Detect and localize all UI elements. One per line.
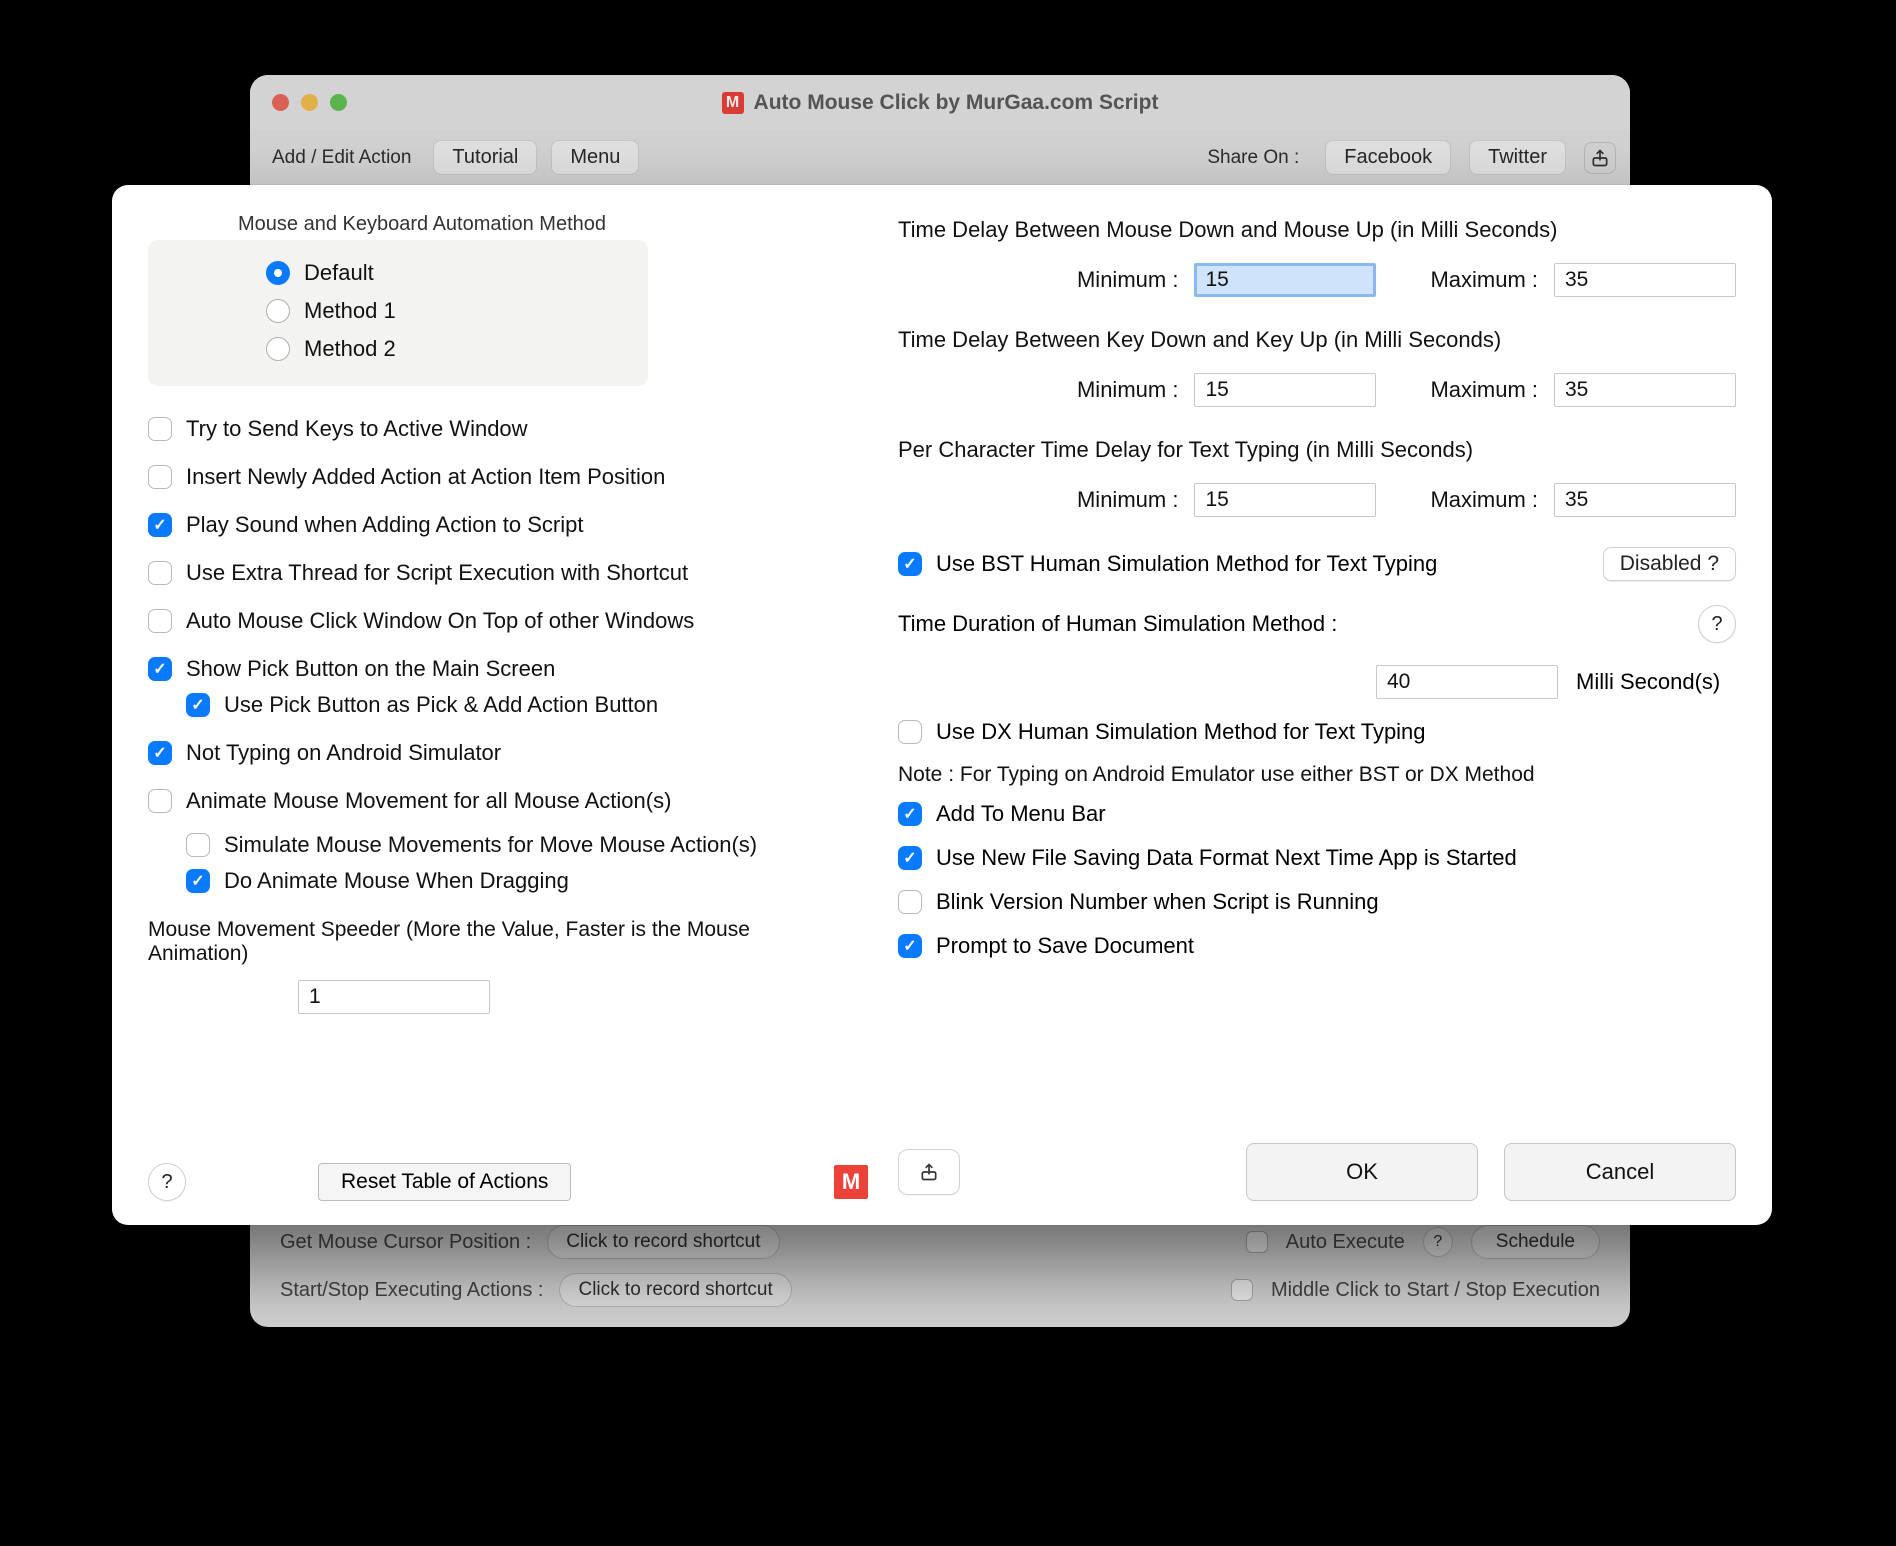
play-sound-label: Play Sound when Adding Action to Script [186,512,583,538]
mouse-max-label: Maximum : [1430,267,1538,293]
add-menubar-checkbox[interactable] [898,802,922,826]
pick-add-label: Use Pick Button as Pick & Add Action But… [224,692,658,718]
use-dx-label: Use DX Human Simulation Method for Text … [936,719,1426,745]
not-android-checkbox[interactable] [148,741,172,765]
pick-add-checkbox[interactable] [186,693,210,717]
ok-button[interactable]: OK [1246,1143,1478,1201]
hs-duration-label: Time Duration of Human Simulation Method… [898,611,1337,637]
app-badge-icon: M [834,1165,868,1199]
reset-table-button[interactable]: Reset Table of Actions [318,1163,571,1201]
settings-sheet: Mouse and Keyboard Automation Method Def… [112,185,1772,1225]
method-card: Default Method 1 Method 2 [148,240,648,386]
prompt-save-checkbox[interactable] [898,934,922,958]
mouse-min-label: Minimum : [1077,267,1178,293]
mouse-max-input[interactable] [1554,263,1736,297]
animate-all-checkbox[interactable] [148,789,172,813]
hs-duration-input[interactable] [1376,665,1558,699]
use-bst-checkbox[interactable] [898,552,922,576]
char-min-input[interactable] [1194,483,1376,517]
extra-thread-checkbox[interactable] [148,561,172,585]
new-file-format-label: Use New File Saving Data Format Next Tim… [936,845,1517,871]
disabled-button[interactable]: Disabled ? [1603,547,1736,581]
method-1-label: Method 1 [304,298,396,324]
method-2-radio[interactable] [266,337,290,361]
key-min-input[interactable] [1194,373,1376,407]
hs-help-button[interactable]: ? [1698,605,1736,643]
key-delay-title: Time Delay Between Key Down and Key Up (… [898,327,1736,353]
mouse-min-input[interactable] [1194,263,1376,297]
show-pick-label: Show Pick Button on the Main Screen [186,656,555,682]
insert-new-checkbox[interactable] [148,465,172,489]
add-menubar-label: Add To Menu Bar [936,801,1106,827]
method-2-label: Method 2 [304,336,396,362]
key-max-input[interactable] [1554,373,1736,407]
method-default-label: Default [304,260,374,286]
animate-drag-label: Do Animate Mouse When Dragging [224,868,569,894]
show-pick-checkbox[interactable] [148,657,172,681]
send-keys-checkbox[interactable] [148,417,172,441]
char-delay-title: Per Character Time Delay for Text Typing… [898,437,1736,463]
on-top-label: Auto Mouse Click Window On Top of other … [186,608,694,634]
animate-drag-checkbox[interactable] [186,869,210,893]
not-android-label: Not Typing on Android Simulator [186,740,501,766]
android-note: Note : For Typing on Android Emulator us… [898,763,1736,787]
char-min-label: Minimum : [1077,487,1178,513]
hs-unit-label: Milli Second(s) [1576,669,1736,695]
send-keys-label: Try to Send Keys to Active Window [186,416,528,442]
use-dx-checkbox[interactable] [898,720,922,744]
sim-move-label: Simulate Mouse Movements for Move Mouse … [224,832,757,858]
char-max-label: Maximum : [1430,487,1538,513]
use-bst-label: Use BST Human Simulation Method for Text… [936,551,1437,577]
method-default-radio[interactable] [266,261,290,285]
extra-thread-label: Use Extra Thread for Script Execution wi… [186,560,688,586]
sheet-share-button[interactable] [898,1149,960,1195]
key-max-label: Maximum : [1430,377,1538,403]
method-1-radio[interactable] [266,299,290,323]
mouse-delay-title: Time Delay Between Mouse Down and Mouse … [898,217,1736,243]
sim-move-checkbox[interactable] [186,833,210,857]
key-min-label: Minimum : [1077,377,1178,403]
new-file-format-checkbox[interactable] [898,846,922,870]
insert-new-label: Insert Newly Added Action at Action Item… [186,464,665,490]
blink-label: Blink Version Number when Script is Runn… [936,889,1379,915]
speeder-label: Mouse Movement Speeder (More the Value, … [148,918,768,966]
speeder-input[interactable] [298,980,490,1014]
method-title: Mouse and Keyboard Automation Method [238,213,648,236]
animate-all-label: Animate Mouse Movement for all Mouse Act… [186,788,671,814]
on-top-checkbox[interactable] [148,609,172,633]
help-button[interactable]: ? [148,1163,186,1201]
play-sound-checkbox[interactable] [148,513,172,537]
cancel-button[interactable]: Cancel [1504,1143,1736,1201]
prompt-save-label: Prompt to Save Document [936,933,1194,959]
blink-checkbox[interactable] [898,890,922,914]
char-max-input[interactable] [1554,483,1736,517]
